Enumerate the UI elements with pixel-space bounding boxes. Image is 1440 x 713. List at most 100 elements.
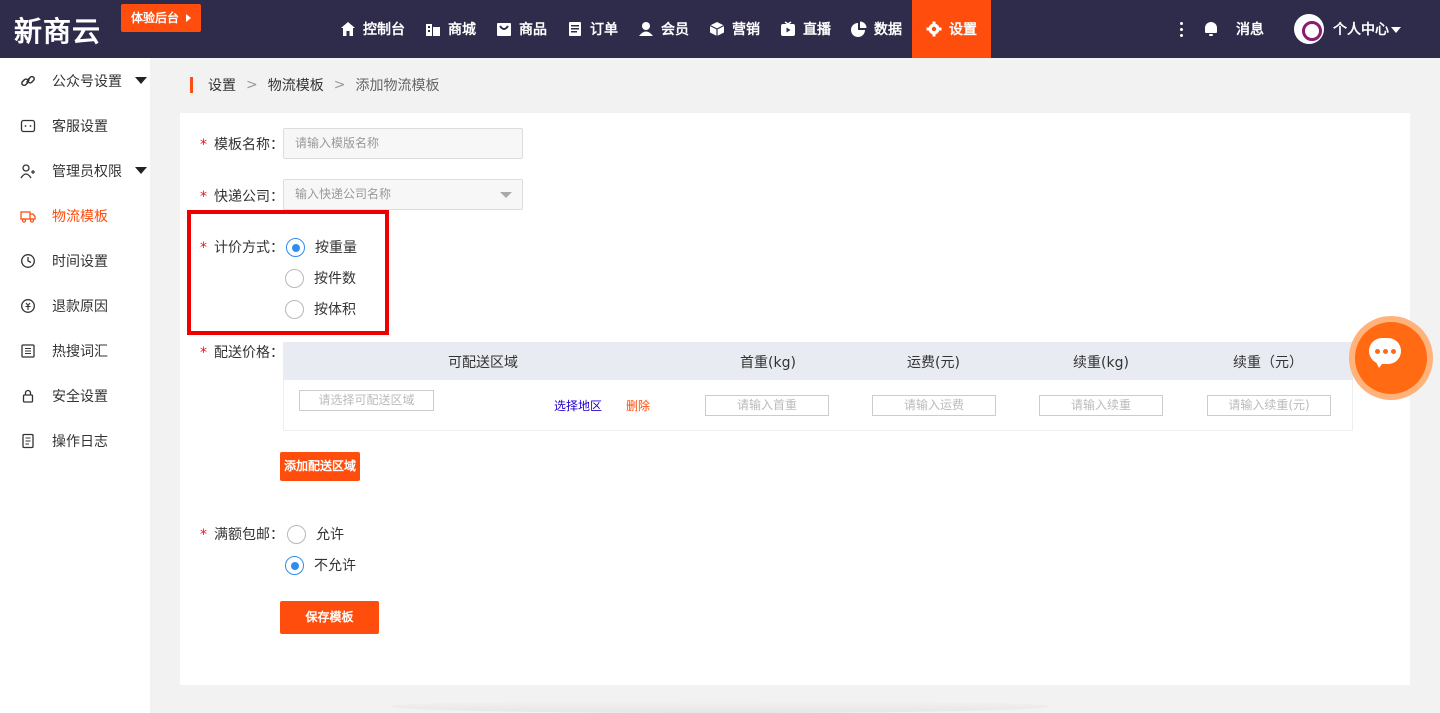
sidebar: 公众号设置 客服设置 管理员权限 物流模板 时间设置 退款原因 热搜词汇 安全设… <box>0 58 150 713</box>
trial-backend-button[interactable]: 体验后台 <box>121 4 201 32</box>
bell-icon[interactable] <box>1204 22 1218 36</box>
caret-down-icon <box>1391 27 1401 33</box>
nav-orders[interactable]: 订单 <box>557 0 628 58</box>
free-shipping-option-allow[interactable]: 允许 <box>287 524 344 544</box>
first-weight-input[interactable]: 请输入首重 <box>705 395 829 416</box>
user-center-label: 个人中心 <box>1333 22 1389 38</box>
nav-live[interactable]: 直播 <box>770 0 841 58</box>
delivery-price-label: * 配送价格： <box>200 342 284 362</box>
sidebar-item-official-account[interactable]: 公众号设置 <box>0 58 150 103</box>
template-name-input[interactable]: 请输入模版名称 <box>283 128 523 159</box>
nav-label: 商品 <box>519 22 547 38</box>
pie-chart-icon <box>851 21 867 37</box>
sidebar-item-label: 物流模板 <box>52 208 108 225</box>
required-mark: * <box>200 527 207 543</box>
chat-bubble-tail <box>1375 360 1385 368</box>
freight-input[interactable]: 请输入运费 <box>872 395 996 416</box>
user-center-menu[interactable]: 个人中心 <box>1333 19 1401 39</box>
decorative-shadow <box>390 700 1050 713</box>
link-icon <box>21 75 35 86</box>
sidebar-item-label: 客服设置 <box>52 118 108 135</box>
required-mark: * <box>200 189 207 205</box>
nav-members[interactable]: 会员 <box>628 0 699 58</box>
nav-label: 数据 <box>874 22 902 38</box>
floating-chat-button[interactable] <box>1349 316 1433 400</box>
nav-data[interactable]: 数据 <box>841 0 912 58</box>
chat-icon <box>20 119 36 132</box>
caret-down-icon <box>135 167 147 174</box>
sidebar-item-hot-search-words[interactable]: 热搜词汇 <box>0 328 150 373</box>
nav-label: 直播 <box>803 22 831 38</box>
radio-unchecked-icon[interactable] <box>285 268 304 288</box>
header-tools: 消息 个人中心 <box>1180 0 1401 58</box>
nav-label: 会员 <box>661 22 689 38</box>
more-vertical-icon[interactable] <box>1180 21 1184 37</box>
column-header: 续重(kg) <box>1073 355 1129 371</box>
store-icon <box>426 24 440 36</box>
nav-label: 商城 <box>448 22 476 38</box>
sidebar-item-customer-service[interactable]: 客服设置 <box>0 103 150 148</box>
add-delivery-region-button[interactable]: 添加配送区域 <box>280 452 360 481</box>
log-icon <box>22 433 34 448</box>
clock-icon <box>21 253 35 268</box>
avatar[interactable] <box>1294 14 1324 44</box>
template-name-label: * 模板名称： <box>200 134 284 154</box>
bag-icon <box>497 23 511 36</box>
pricing-option-pieces[interactable]: 按件数 <box>285 268 356 288</box>
breadcrumb-settings[interactable]: 设置 <box>208 75 236 95</box>
save-template-button[interactable]: 保存模板 <box>280 601 379 634</box>
pricing-option-weight[interactable]: 按重量 <box>286 237 357 257</box>
select-region-link[interactable]: 选择地区 <box>554 397 602 414</box>
chat-dot <box>1383 349 1388 354</box>
nav-label: 控制台 <box>363 22 405 38</box>
nav-settings[interactable]: 设置 <box>912 0 991 58</box>
pricing-method-label: * 计价方式： <box>200 237 284 257</box>
sidebar-item-label: 退款原因 <box>52 298 108 315</box>
radio-label: 允许 <box>316 527 344 543</box>
nav-products[interactable]: 商品 <box>486 0 557 58</box>
nav-label: 设置 <box>949 22 977 38</box>
radio-label: 按件数 <box>314 271 356 287</box>
pricing-option-volume[interactable]: 按体积 <box>285 299 356 319</box>
admin-icon <box>20 163 35 178</box>
sidebar-item-label: 公众号设置 <box>52 73 122 90</box>
list-icon <box>21 343 35 358</box>
delete-row-link[interactable]: 删除 <box>626 397 650 414</box>
extra-weight-input[interactable]: 请输入续重 <box>1039 395 1163 416</box>
extra-fee-input[interactable]: 请输入续重(元) <box>1207 395 1331 416</box>
sidebar-item-label: 热搜词汇 <box>52 343 108 360</box>
lock-icon <box>22 389 34 403</box>
delivery-region-input[interactable]: 请选择可配送区域 <box>299 390 434 411</box>
column-header: 运费(元) <box>907 355 960 371</box>
chevron-down-icon <box>500 192 512 198</box>
radio-checked-icon[interactable] <box>285 555 304 575</box>
nav-mall[interactable]: 商城 <box>415 0 486 58</box>
messages-link[interactable]: 消息 <box>1236 19 1264 39</box>
nav-dashboard[interactable]: 控制台 <box>330 0 415 58</box>
arrow-right-icon <box>186 14 191 22</box>
sidebar-item-time-settings[interactable]: 时间设置 <box>0 238 150 283</box>
nav-marketing[interactable]: 营销 <box>699 0 770 58</box>
sidebar-item-refund-reasons[interactable]: 退款原因 <box>0 283 150 328</box>
radio-unchecked-icon[interactable] <box>285 299 304 319</box>
delivery-table-header: 可配送区域 首重(kg) 运费(元) 续重(kg) 续重（元） <box>283 342 1353 380</box>
sidebar-item-logistics-template[interactable]: 物流模板 <box>0 193 150 238</box>
gear-icon <box>926 21 942 37</box>
top-navigation-bar: 新商云 体验后台 控制台 商城 商品 订单 会员 营销 直播 数据 设置 消息 … <box>0 0 1440 58</box>
radio-checked-icon[interactable] <box>286 237 305 257</box>
sidebar-item-operation-log[interactable]: 操作日志 <box>0 418 150 463</box>
sidebar-item-admin-permissions[interactable]: 管理员权限 <box>0 148 150 193</box>
sidebar-item-label: 操作日志 <box>52 433 108 450</box>
breadcrumb-logistics-template[interactable]: 物流模板 <box>268 75 324 95</box>
logo[interactable]: 新商云 <box>14 10 101 50</box>
truck-icon <box>20 210 36 223</box>
delivery-price-label-text: 配送价格： <box>214 345 284 361</box>
courier-select[interactable]: 输入快递公司名称 <box>283 179 523 210</box>
sidebar-item-label: 安全设置 <box>52 388 108 405</box>
live-icon <box>781 21 795 36</box>
user-icon <box>639 22 653 36</box>
sidebar-item-label: 时间设置 <box>52 253 108 270</box>
sidebar-item-security-settings[interactable]: 安全设置 <box>0 373 150 418</box>
radio-unchecked-icon[interactable] <box>287 524 306 544</box>
free-shipping-option-disallow[interactable]: 不允许 <box>285 555 356 575</box>
